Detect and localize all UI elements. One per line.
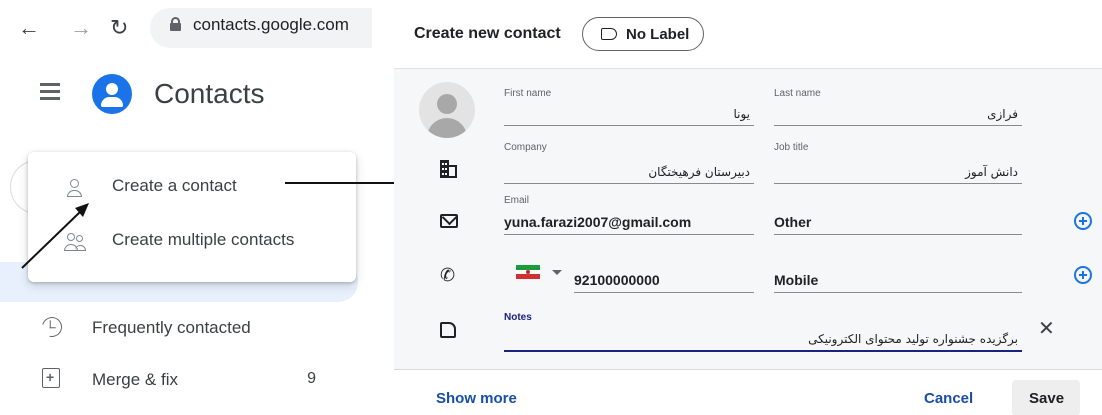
sidebar-item-frequently-contacted[interactable]: Frequently contacted [0, 308, 340, 348]
field-value: Other [774, 214, 812, 230]
merge-icon: + [42, 368, 60, 388]
add-phone-icon[interactable] [1074, 266, 1092, 284]
back-arrow-icon[interactable]: ← [18, 16, 40, 40]
save-button-label: Save [1029, 390, 1065, 407]
field-value: Mobile [774, 272, 819, 288]
last-name-field[interactable]: Last name فرازی [774, 88, 1022, 126]
field-label: First name [504, 88, 552, 99]
menu-item-label: Create multiple contacts [112, 230, 295, 249]
mail-icon [440, 214, 458, 228]
building-icon [440, 160, 457, 178]
field-label: Notes [504, 312, 532, 323]
sidebar-item-merge-fix[interactable]: + Merge & fix 9 [0, 360, 340, 400]
field-value: yuna.farazi2007@gmail.com [504, 214, 692, 230]
app-header: Contacts [0, 62, 372, 126]
first-name-field[interactable]: First name یونا [504, 88, 754, 126]
field-label: Email [504, 195, 530, 206]
company-field[interactable]: Company دبیرستان فرهیختگان [504, 142, 754, 184]
field-value: دانش آموز [965, 165, 1018, 179]
phone-type-select[interactable]: Mobile [774, 255, 1022, 293]
save-button[interactable]: Save [1012, 380, 1080, 415]
contacts-sidebar-panel: ← → ↻ contacts.google.com Contacts Creat… [0, 0, 372, 415]
note-icon [440, 322, 456, 338]
field-label: Company [504, 142, 547, 153]
field-value: فرازی [987, 107, 1018, 121]
field-value: برگزیده جشنواره تولید محتوای الکترونیکی [808, 332, 1018, 346]
lock-icon [170, 17, 181, 31]
menu-item-create-multiple[interactable]: Create multiple contacts [28, 216, 356, 268]
main-menu-icon[interactable] [40, 83, 60, 100]
chip-label: No Label [626, 26, 690, 43]
phone-icon: ✆ [440, 265, 456, 285]
people-outline-icon [64, 232, 86, 254]
divider [394, 369, 1102, 370]
iran-flag-icon[interactable] [516, 265, 540, 279]
field-value: یونا [733, 107, 750, 121]
avatar[interactable] [419, 82, 475, 138]
phone-field[interactable]: 92100000000 [574, 255, 754, 293]
job-title-field[interactable]: Job title دانش آموز [774, 142, 1022, 184]
menu-item-create-contact[interactable]: Create a contact [28, 162, 356, 214]
notes-field[interactable]: Notes برگزیده جشنواره تولید محتوای الکتر… [504, 312, 1022, 352]
clear-notes-icon[interactable]: ✕ [1038, 319, 1055, 339]
sidebar-item-count: 9 [307, 370, 316, 387]
field-value: 92100000000 [574, 272, 660, 288]
show-more-button[interactable]: Show more [436, 390, 517, 407]
chevron-down-icon[interactable] [552, 270, 562, 275]
browser-toolbar: ← → ↻ contacts.google.com [0, 0, 372, 58]
email-type-select[interactable]: Other [774, 200, 1022, 235]
label-icon [601, 28, 617, 40]
person-outline-icon [64, 178, 86, 200]
email-field[interactable]: Email yuna.farazi2007@gmail.com [504, 195, 754, 235]
field-value: دبیرستان فرهیختگان [648, 165, 750, 179]
field-label: Job title [774, 142, 809, 153]
dialog-title: Create new contact [414, 25, 561, 42]
address-bar-url[interactable]: contacts.google.com [193, 15, 349, 35]
create-menu: Create a contact Create multiple contact… [28, 152, 356, 282]
reload-icon[interactable]: ↻ [110, 16, 128, 40]
history-icon [38, 313, 66, 341]
sidebar-item-label: Merge & fix [92, 370, 178, 389]
cancel-button[interactable]: Cancel [924, 390, 973, 407]
forward-arrow-icon[interactable]: → [70, 16, 92, 40]
contacts-logo-icon [92, 74, 132, 114]
app-title: Contacts [154, 78, 265, 109]
sidebar-item-label: Frequently contacted [92, 318, 251, 337]
menu-item-label: Create a contact [112, 176, 237, 195]
create-contact-dialog: Create new contact No Label First name ی… [394, 0, 1102, 415]
no-label-chip[interactable]: No Label [582, 17, 704, 51]
add-email-icon[interactable] [1074, 212, 1092, 230]
field-label: Last name [774, 88, 821, 99]
